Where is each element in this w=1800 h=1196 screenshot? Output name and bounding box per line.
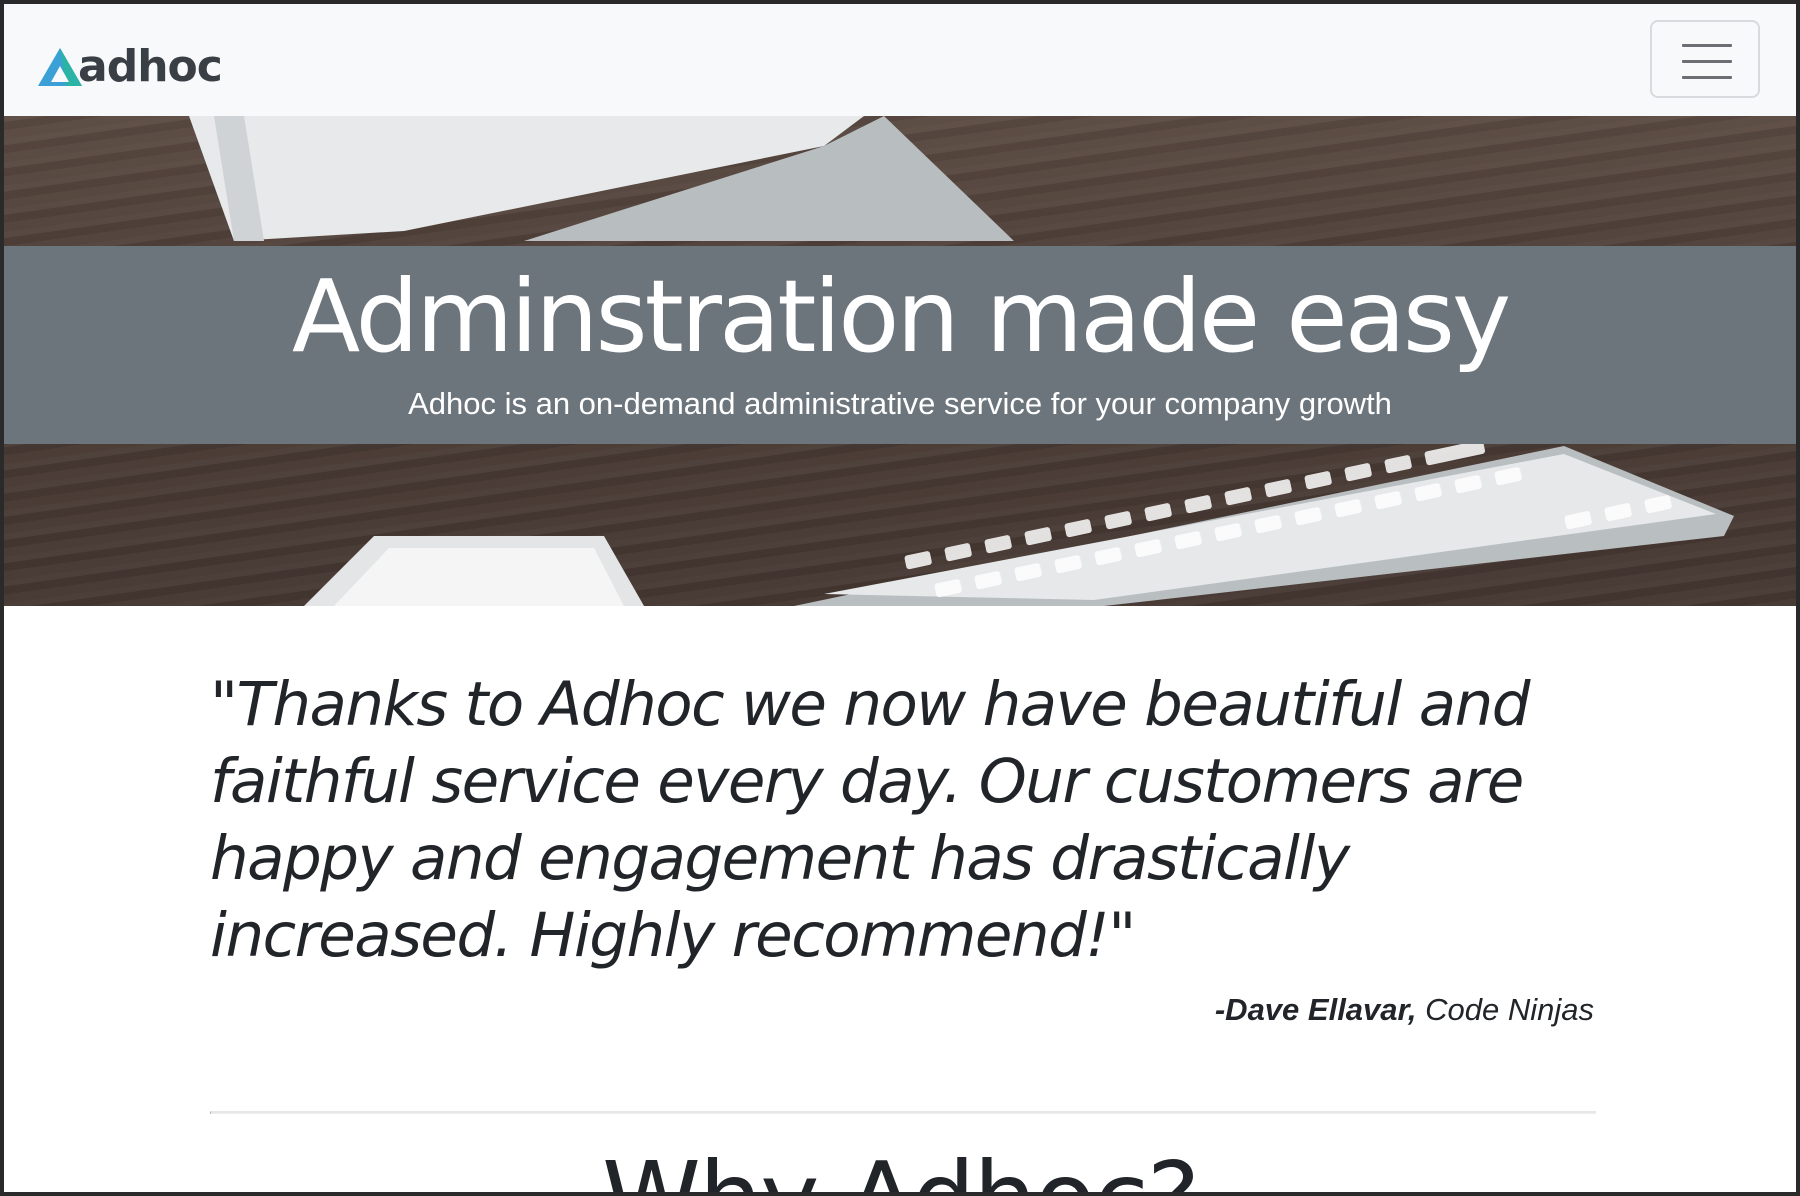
- testimonial-quote: "Thanks to Adhoc we now have beautiful a…: [210, 669, 1531, 971]
- brand-name: adhoc: [78, 41, 223, 92]
- hamburger-menu-icon: [1682, 44, 1732, 80]
- navbar: adhoc: [4, 4, 1796, 116]
- triangle-logo-icon: [38, 48, 82, 86]
- testimonial-author: -Dave Ellavar, Code Ninjas: [210, 992, 1594, 1028]
- hero-banner: Adminstration made easy Adhoc is an on-d…: [4, 246, 1796, 444]
- hero-subtitle: Adhoc is an on-demand administrative ser…: [408, 386, 1392, 421]
- author-company: Code Ninjas: [1425, 992, 1594, 1027]
- section-divider: [210, 1111, 1596, 1114]
- navbar-toggle-button[interactable]: [1650, 20, 1760, 98]
- testimonial: "Thanks to Adhoc we now have beautiful a…: [210, 666, 1594, 1028]
- section-title: Why Adhoc?: [4, 1144, 1796, 1193]
- hero-section: Adminstration made easy Adhoc is an on-d…: [4, 116, 1796, 606]
- browser-viewport: adhoc Adminstration made easy Adhoc is a…: [4, 4, 1796, 1192]
- brand-logo-link[interactable]: adhoc: [36, 41, 223, 92]
- hero-title: Adminstration made easy: [291, 258, 1511, 375]
- author-name: -Dave Ellavar,: [1214, 992, 1417, 1027]
